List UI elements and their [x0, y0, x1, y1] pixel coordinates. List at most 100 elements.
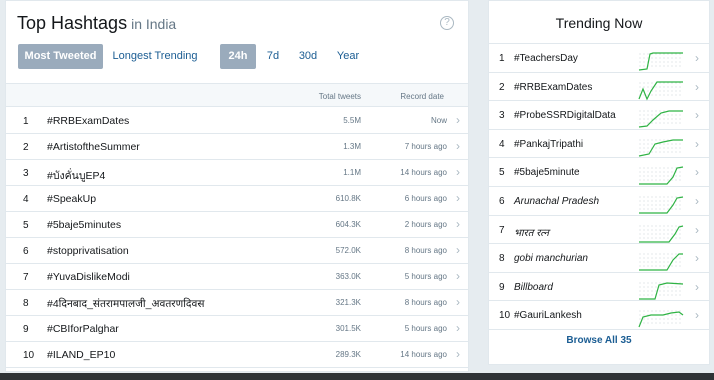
row-hashtag[interactable]: #ArtistoftheSummer	[47, 141, 140, 153]
row-total-tweets: 5.5M	[343, 116, 361, 125]
chevron-right-icon[interactable]: ›	[695, 280, 699, 294]
trending-item[interactable]: 4 #PankajTripathi ›	[489, 130, 709, 159]
table-header: Total tweets Record date	[6, 83, 468, 107]
trending-item[interactable]: 9 Billboard ›	[489, 273, 709, 302]
chevron-right-icon[interactable]: ›	[456, 139, 460, 153]
row-hashtag[interactable]: #RRBExamDates	[47, 115, 129, 127]
sparkline-chart	[638, 139, 683, 157]
trending-item[interactable]: 8 gobi manchurian ›	[489, 244, 709, 273]
row-hashtag[interactable]: #SpeakUp	[47, 193, 96, 205]
trending-tag[interactable]: Billboard	[514, 282, 553, 293]
trending-item[interactable]: 3 #ProbeSSRDigitalData ›	[489, 101, 709, 130]
trending-rank: 9	[499, 281, 505, 293]
table-row[interactable]: 6 #stopprivatisation 572.0K 8 hours ago ›	[6, 238, 468, 264]
trending-rank: 8	[499, 253, 505, 265]
table-row[interactable]: 10 #ILAND_EP10 289.3K 14 hours ago ›	[6, 342, 468, 368]
panel-header: Top Hashtags in India	[17, 13, 176, 34]
row-record-date: 5 hours ago	[404, 324, 447, 333]
period-24h-button[interactable]: 24h	[220, 44, 256, 69]
trending-item[interactable]: 1 #TeachersDay ›	[489, 44, 709, 73]
row-hashtag[interactable]: #5baje5minutes	[47, 219, 121, 231]
trending-tag[interactable]: #PankajTripathi	[514, 139, 583, 150]
trending-tag[interactable]: #TeachersDay	[514, 53, 578, 64]
sparkline-chart	[639, 224, 684, 243]
trending-item[interactable]: 10 #GauriLankesh ›	[489, 301, 709, 330]
row-hashtag[interactable]: #บังคั่นบูEP4	[47, 167, 105, 184]
chevron-right-icon[interactable]: ›	[456, 217, 460, 231]
chevron-right-icon[interactable]: ›	[695, 137, 699, 151]
trending-item[interactable]: 7 भारत रत्न ›	[489, 216, 709, 245]
table-row[interactable]: 2 #ArtistoftheSummer 1.3M 7 hours ago ›	[6, 134, 468, 160]
chevron-right-icon[interactable]: ›	[456, 165, 460, 179]
period-30d-button[interactable]: 30d	[294, 44, 322, 69]
most-tweeted-button[interactable]: Most Tweeted	[18, 44, 103, 69]
trending-tag[interactable]: #5baje5minute	[514, 167, 580, 178]
row-total-tweets: 301.5K	[335, 324, 361, 333]
table-row[interactable]: 9 #CBIforPalghar 301.5K 5 hours ago ›	[6, 316, 468, 342]
row-total-tweets: 610.8K	[335, 194, 361, 203]
help-icon[interactable]: ?	[440, 16, 454, 30]
chevron-right-icon[interactable]: ›	[695, 51, 699, 65]
sparkline-chart	[638, 110, 683, 128]
chevron-right-icon[interactable]: ›	[456, 191, 460, 205]
trending-tag[interactable]: gobi manchurian	[514, 253, 588, 264]
row-rank: 6	[23, 246, 29, 257]
chevron-right-icon[interactable]: ›	[695, 80, 699, 94]
row-rank: 9	[23, 324, 29, 335]
top-hashtags-panel: Top Hashtags in India ? Most Tweeted Long…	[5, 0, 469, 372]
row-hashtag[interactable]: #stopprivatisation	[47, 245, 129, 257]
trending-item[interactable]: 2 #RRBExamDates ›	[489, 73, 709, 102]
table-row[interactable]: 7 #YuvaDislikeModi 363.0K 5 hours ago ›	[6, 264, 468, 290]
chevron-right-icon[interactable]: ›	[456, 113, 460, 127]
chevron-right-icon[interactable]: ›	[456, 347, 460, 361]
chevron-right-icon[interactable]: ›	[695, 108, 699, 122]
chevron-right-icon[interactable]: ›	[456, 243, 460, 257]
period-7d-button[interactable]: 7d	[261, 44, 285, 69]
record-date-header: Record date	[400, 92, 444, 101]
row-record-date: 2 hours ago	[404, 220, 447, 229]
chevron-right-icon[interactable]: ›	[695, 223, 699, 237]
trending-item[interactable]: 6 Arunachal Pradesh ›	[489, 187, 709, 216]
row-hashtag[interactable]: #ILAND_EP10	[47, 349, 115, 361]
row-hashtag[interactable]: #CBIforPalghar	[47, 323, 119, 335]
chevron-right-icon[interactable]: ›	[695, 194, 699, 208]
browse-all-link[interactable]: Browse All 35	[489, 335, 709, 346]
trending-tag[interactable]: Arunachal Pradesh	[514, 196, 599, 207]
row-record-date: 6 hours ago	[404, 194, 447, 203]
hashtag-table: 1 #RRBExamDates 5.5M Now › 2 #ArtistoftheSumme…	[6, 108, 468, 368]
trending-rank: 6	[499, 195, 505, 207]
chevron-right-icon[interactable]: ›	[695, 165, 699, 179]
chevron-right-icon[interactable]: ›	[695, 251, 699, 265]
sparkline-chart	[638, 52, 683, 71]
period-year-button[interactable]: Year	[331, 44, 365, 69]
bottom-bar	[0, 373, 714, 380]
trending-tag[interactable]: भारत रत्न	[514, 225, 549, 239]
row-hashtag[interactable]: #YuvaDislikeModi	[47, 271, 130, 283]
trending-item[interactable]: 5 #5baje5minute ›	[489, 158, 709, 187]
table-row[interactable]: 8 #4दिनबाद_संतरामपालजी_अवतरणदिवस 321.3K 8 h…	[6, 290, 468, 316]
trending-rank: 7	[499, 224, 505, 236]
longest-trending-button[interactable]: Longest Trending	[109, 44, 201, 69]
row-record-date: 14 hours ago	[400, 350, 447, 359]
chevron-right-icon[interactable]: ›	[456, 269, 460, 283]
row-hashtag[interactable]: #4दिनबाद_संतरामपालजी_अवतरणदिवस	[47, 297, 204, 311]
total-tweets-header: Total tweets	[318, 92, 361, 101]
table-row[interactable]: 3 #บังคั่นบูEP4 1.1M 14 hours ago ›	[6, 160, 468, 186]
chevron-right-icon[interactable]: ›	[456, 295, 460, 309]
chevron-right-icon[interactable]: ›	[695, 308, 699, 322]
trending-list: 1 #TeachersDay › 2 #RRBExamDates › 3 #ProbeSSRD…	[489, 43, 709, 330]
table-row[interactable]: 1 #RRBExamDates 5.5M Now ›	[6, 108, 468, 134]
row-total-tweets: 1.1M	[343, 168, 361, 177]
table-row[interactable]: 5 #5baje5minutes 604.3K 2 hours ago ›	[6, 212, 468, 238]
trending-tag[interactable]: #GauriLankesh	[514, 310, 582, 321]
trending-rank: 10	[499, 310, 511, 322]
trending-tag[interactable]: #ProbeSSRDigitalData	[514, 110, 616, 121]
trending-now-panel: Trending Now 1 #TeachersDay › 2 #RRBExamDate…	[488, 0, 710, 365]
row-rank: 1	[23, 116, 29, 127]
chevron-right-icon[interactable]: ›	[456, 321, 460, 335]
table-row[interactable]: 4 #SpeakUp 610.8K 6 hours ago ›	[6, 186, 468, 212]
row-rank: 3	[23, 168, 29, 179]
trending-tag[interactable]: #RRBExamDates	[514, 82, 592, 93]
sparkline-chart	[639, 196, 684, 214]
row-total-tweets: 321.3K	[335, 298, 361, 307]
